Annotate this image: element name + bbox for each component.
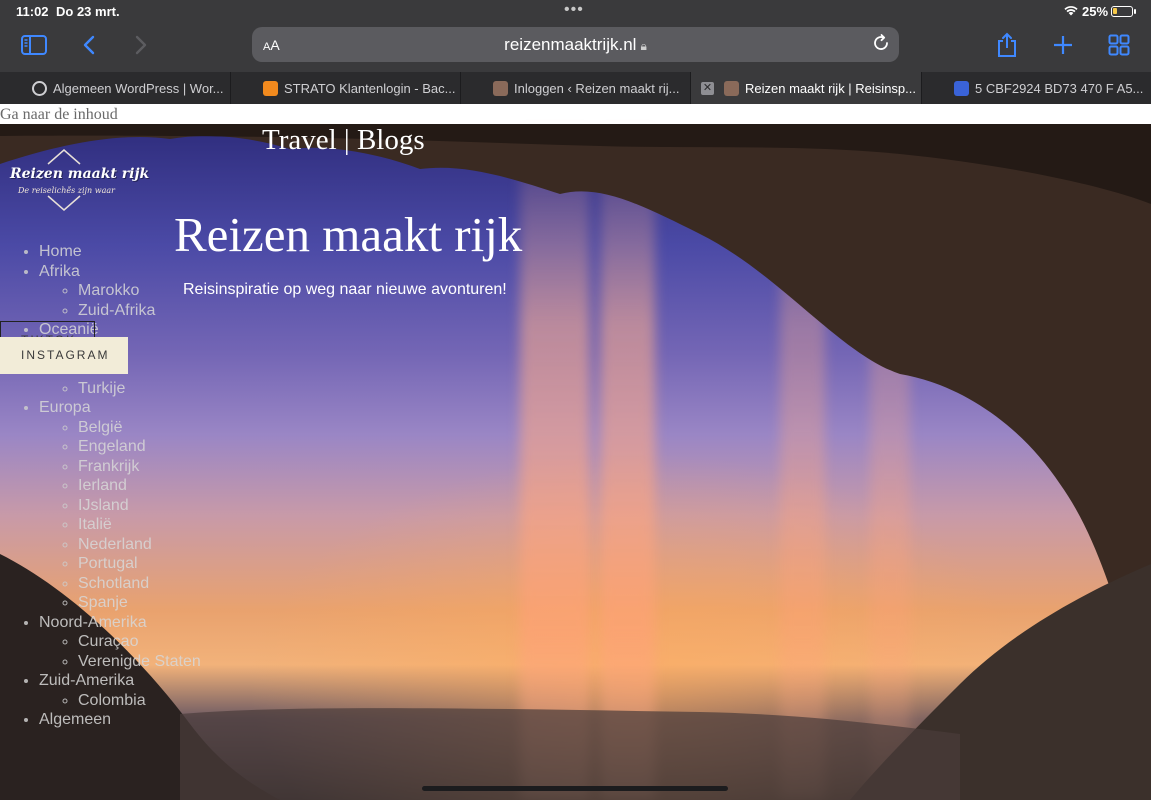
nav-subitem: Schotland: [78, 574, 201, 594]
nav-subitem: Portugal: [78, 554, 201, 574]
nav-sublink[interactable]: Marokko: [78, 282, 139, 299]
lock-icon: 🔒︎: [640, 39, 647, 53]
tab-label: STRATO Klantenlogin - Bac...: [284, 80, 456, 96]
close-tab-icon[interactable]: ✕: [701, 81, 714, 95]
nav-link[interactable]: Algemeen: [39, 711, 111, 728]
address-bar[interactable]: AA reizenmaaktrijk.nl 🔒︎: [252, 27, 899, 62]
main-navigation: HomeAfrikaMarokkoZuid-AfrikaOceaniëAziëI…: [0, 242, 201, 730]
share-icon[interactable]: [996, 30, 1018, 60]
nav-link[interactable]: Afrika: [39, 263, 80, 280]
nav-subitem: Nederland: [78, 535, 201, 555]
nav-subitem: Italië: [78, 515, 201, 535]
new-tab-plus-icon[interactable]: [1052, 30, 1074, 60]
nav-item: Noord-Amerika Curaçao Verenigde Staten: [39, 613, 201, 672]
nav-link[interactable]: Zuid-Amerika: [39, 672, 134, 689]
battery-icon: [1111, 6, 1136, 17]
nav-item: Algemeen: [39, 710, 201, 730]
hero-subtitle: Reisinspiratie op weg naar nieuwe avontu…: [183, 281, 507, 298]
nav-submenu: Colombia: [39, 691, 201, 711]
multitasking-dots-icon[interactable]: •••: [564, 1, 584, 19]
nav-sublink[interactable]: Schotland: [78, 575, 149, 592]
hero-title: Reizen maakt rijk: [174, 207, 523, 262]
tab-strip: Algemeen WordPress | Wor... STRATO Klant…: [0, 72, 1151, 104]
nav-item: Afrika Marokko Zuid-Afrika: [39, 262, 201, 321]
forward-chevron-icon[interactable]: [132, 30, 150, 60]
nav-item: Home: [39, 242, 201, 262]
nav-sublink[interactable]: Ierland: [78, 477, 127, 494]
nav-sublink[interactable]: Spanje: [78, 594, 128, 611]
nav-link[interactable]: Noord-Amerika: [39, 614, 147, 631]
tab-label: Inloggen ‹ Reizen maakt rij...: [514, 80, 680, 96]
skip-to-content-link[interactable]: Ga naar de inhoud: [0, 104, 1151, 124]
sidebar-icon[interactable]: [20, 30, 48, 60]
home-indicator[interactable]: [422, 786, 728, 791]
tab-label: Reizen maakt rijk | Reisinsp...: [745, 80, 916, 96]
nav-subitem: Engeland: [78, 437, 201, 457]
nav-submenu: België Engeland Frankrijk Ierland IJsland Ita…: [39, 418, 201, 613]
nav-subitem: Verenigde Staten: [78, 652, 201, 672]
nav-sublink[interactable]: Nederland: [78, 536, 152, 553]
nav-subitem: Frankrijk: [78, 457, 201, 477]
logo-text: Reizen maakt rijk: [10, 166, 150, 182]
nav-sublink[interactable]: IJsland: [78, 497, 129, 514]
nav-sublink[interactable]: België: [78, 419, 122, 436]
nav-sublink[interactable]: Verenigde Staten: [78, 653, 201, 670]
nav-link[interactable]: Europa: [39, 399, 91, 416]
strato-icon: [263, 80, 278, 96]
nav-submenu: Marokko Zuid-Afrika: [39, 281, 201, 320]
wifi-icon: [1064, 4, 1078, 19]
nav-sublink[interactable]: Frankrijk: [78, 458, 139, 475]
nav-subitem: Zuid-Afrika: [78, 301, 201, 321]
nav-subitem: Turkije: [78, 379, 201, 399]
reload-icon[interactable]: [871, 33, 891, 53]
nav-sublink[interactable]: Engeland: [78, 438, 146, 455]
status-bar: 11:02 Do 23 mrt. ••• 25%: [0, 0, 1151, 24]
url-display[interactable]: reizenmaaktrijk.nl 🔒︎: [252, 35, 899, 55]
url-text: reizenmaaktrijk.nl: [504, 35, 637, 54]
nav-submenu: Curaçao Verenigde Staten: [39, 632, 201, 671]
tab-reizen-maakt-rijk[interactable]: ✕ Reizen maakt rijk | Reisinsp...: [691, 72, 922, 104]
clock: 11:02: [16, 4, 49, 19]
wordpress-icon: [32, 80, 47, 96]
tab-overview-icon[interactable]: [1108, 30, 1130, 60]
nav-sublink[interactable]: Colombia: [78, 692, 146, 709]
nav-sublink[interactable]: Curaçao: [78, 633, 138, 650]
nav-link[interactable]: Home: [39, 243, 82, 260]
date: Do 23 mrt.: [56, 4, 120, 19]
tab-wordpress[interactable]: Algemeen WordPress | Wor...: [0, 72, 231, 104]
tab-document[interactable]: 5 CBF2924 BD73 470 F A5...: [922, 72, 1151, 104]
web-page: Ga naar de inhoud Travel | Blogs Reizen …: [0, 104, 1151, 800]
nav-subitem: Ierland: [78, 476, 201, 496]
p-icon: [954, 80, 969, 96]
tab-label: 5 CBF2924 BD73 470 F A5...: [975, 80, 1144, 96]
site-logo[interactable]: Reizen maakt rijk De reiseliché̈s zijn w…: [6, 148, 149, 216]
battery-percentage: 25%: [1082, 4, 1109, 19]
battery-fill: [1113, 8, 1118, 14]
back-chevron-icon[interactable]: [80, 30, 98, 60]
social-links: TIKTOK INSTAGRAM: [0, 321, 128, 374]
site-favicon-icon: [724, 80, 739, 96]
logo-tagline: De reiseliché̈s zijn waar: [18, 186, 115, 195]
browser-toolbar: AA reizenmaaktrijk.nl 🔒︎: [0, 24, 1151, 72]
nav-subitem: België: [78, 418, 201, 438]
nav-sublink[interactable]: Zuid-Afrika: [78, 302, 155, 319]
site-favicon-icon: [493, 80, 508, 96]
nav-subitem: IJsland: [78, 496, 201, 516]
nav-subitem: Spanje: [78, 593, 201, 613]
nav-subitem: Marokko: [78, 281, 201, 301]
nav-subitem: Curaçao: [78, 632, 201, 652]
tab-label: Algemeen WordPress | Wor...: [53, 80, 224, 96]
nav-sublink[interactable]: Portugal: [78, 555, 138, 572]
tab-inloggen[interactable]: Inloggen ‹ Reizen maakt rij...: [461, 72, 691, 104]
nav-item: Zuid-Amerika Colombia: [39, 671, 201, 710]
nav-sublink[interactable]: Italië: [78, 516, 112, 533]
site-name[interactable]: Travel | Blogs: [262, 124, 425, 157]
hero-image: Travel | Blogs Reizen maakt rijk De reis…: [0, 124, 1151, 800]
instagram-link[interactable]: INSTAGRAM: [0, 337, 128, 374]
tab-strato[interactable]: STRATO Klantenlogin - Bac...: [231, 72, 461, 104]
nav-subitem: Colombia: [78, 691, 201, 711]
nav-item: Europa België Engeland Frankrijk Ierland IJsl…: [39, 398, 201, 613]
nav-sublink[interactable]: Turkije: [78, 380, 125, 397]
